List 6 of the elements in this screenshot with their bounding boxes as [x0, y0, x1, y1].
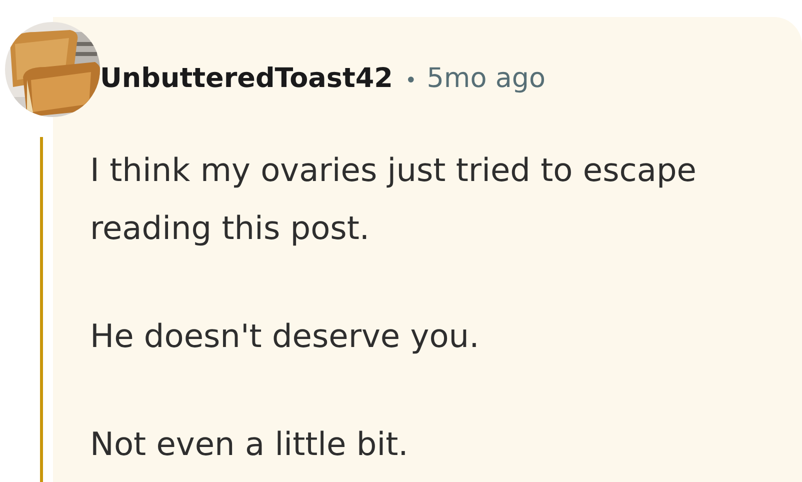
username[interactable]: UnbutteredToast42: [100, 59, 393, 100]
separator-dot: •: [404, 66, 417, 94]
timestamp: 5mo ago: [426, 62, 546, 96]
comment-paragraph: Not even a little bit.: [90, 424, 410, 465]
comment-paragraph: I think my ovaries just tried to escape reading this post.: [90, 150, 698, 249]
comment-paragraph: He doesn't deserve you.: [90, 316, 480, 357]
